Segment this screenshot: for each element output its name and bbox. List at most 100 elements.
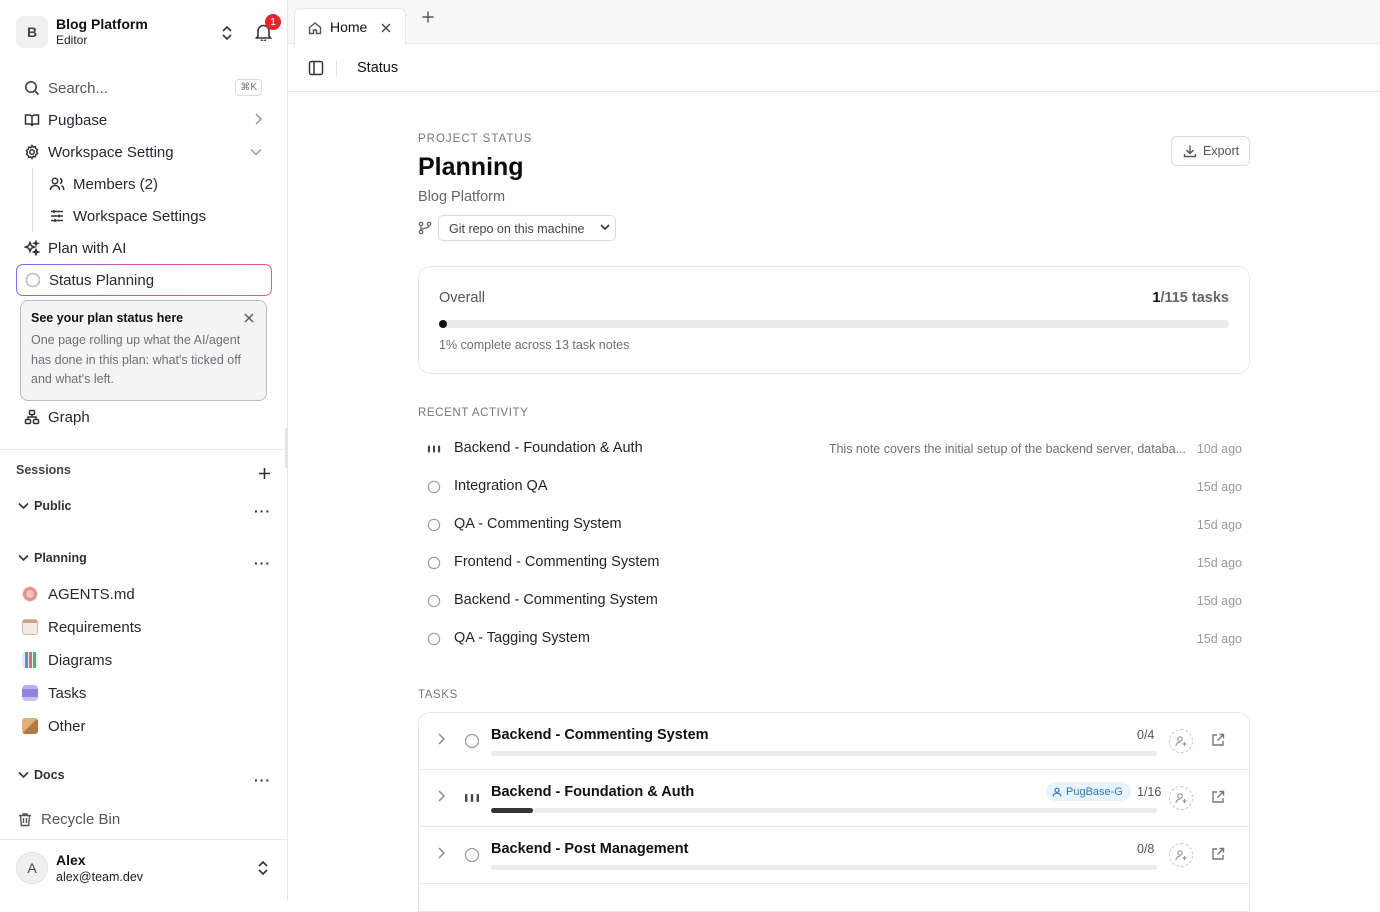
sidebar-item-label: Workspace Setting [48,143,174,161]
activity-name: Frontend - Commenting System [454,554,660,570]
chevrons-up-down-icon[interactable] [221,25,233,41]
search-icon [25,81,40,96]
group-label: Docs [34,768,65,782]
plus-icon [422,11,434,23]
doc-label: Tasks [48,684,87,702]
doc-requirements[interactable]: Requirements [22,616,141,638]
group-docs[interactable]: Docs [18,768,65,782]
clipboard-emoji-icon [22,619,38,635]
assign-user-icon[interactable] [1169,786,1193,810]
search-placeholder: Search... [48,79,109,97]
tree-guide-line [32,168,33,232]
external-link-icon[interactable] [1211,847,1225,861]
activity-row[interactable]: Integration QA 15d ago [418,471,1250,503]
todo-circle-icon [427,556,441,570]
more-options-icon[interactable]: ··· [254,772,271,788]
close-icon[interactable] [381,23,391,33]
task-row[interactable]: Backend - Commenting System 0/4 [419,713,1249,770]
overall-progress-bar [439,320,1229,328]
search-input[interactable]: Search... ⌘K [16,73,272,103]
workspace-role: Editor [56,33,88,47]
external-link-icon[interactable] [1211,733,1225,747]
doc-tasks[interactable]: Tasks [22,682,86,704]
task-count: 0/8 [1137,842,1155,856]
page-eyebrow: PROJECT STATUS [418,133,533,145]
status-icon [427,442,441,456]
external-link-icon[interactable] [1211,790,1225,804]
sidebar-toggle-icon[interactable] [308,60,324,76]
sidebar-item-label: Status Planning [49,271,155,289]
doc-other[interactable]: Other [22,715,86,737]
sidebar-item-label: Members (2) [73,175,159,193]
assignee-tag: PugBase-G [1046,782,1131,801]
user-menu[interactable]: A Alex alex@team.dev [16,851,272,885]
chevron-right-icon [255,113,262,125]
group-public[interactable]: Public [18,499,72,513]
sidebar-item-plan-with-ai[interactable]: Plan with AI [16,233,272,263]
status-tooltip: See your plan status here One page rolli… [20,300,267,401]
group-label: Public [34,499,72,513]
chevron-right-icon[interactable] [437,790,445,802]
doc-diagrams[interactable]: Diagrams [22,649,112,671]
activity-description: This note covers the initial setup of th… [828,442,1186,456]
activity-row[interactable]: Frontend - Commenting System 15d ago [418,547,1250,579]
sidebar-item-workspace-settings[interactable]: Workspace Settings [41,201,272,231]
chevron-right-icon[interactable] [437,847,445,859]
plus-icon[interactable] [258,467,271,480]
in-progress-icon [465,794,479,802]
doc-agents-md[interactable]: AGENTS.md [22,583,135,605]
export-button[interactable]: Export [1171,136,1250,166]
tab-home[interactable]: Home [294,8,406,45]
repo-select[interactable]: Git repo on this machine [438,215,616,241]
compass-emoji-icon [22,586,38,602]
bar-chart-emoji-icon [22,652,38,668]
recycle-bin[interactable]: Recycle Bin [18,808,120,830]
sidebar-item-workspace-setting[interactable]: Workspace Setting [16,137,272,167]
task-row[interactable]: Backend - Foundation & Auth PugBase-G 1/16 [419,770,1249,827]
status-icon [427,518,441,532]
close-icon[interactable] [244,313,254,323]
tab-bar: Home [288,0,1380,45]
workspace-avatar: B [16,16,48,48]
sidebar-item-graph[interactable]: Graph [16,402,272,432]
activity-row[interactable]: QA - Tagging System 15d ago [418,623,1250,655]
sidebar-item-label: Workspace Settings [73,207,207,225]
chevron-right-icon[interactable] [437,733,445,745]
activity-row[interactable]: Backend - Foundation & Auth This note cov… [418,433,1250,465]
users-icon [49,177,65,191]
tasks-list: Backend - Commenting System 0/4 Backend - … [418,712,1250,912]
task-progress-bar [491,751,1157,756]
repo-select-value: Git repo on this machine [449,222,585,236]
git-branch-icon [418,221,432,235]
workspace-switcher[interactable]: B Blog Platform Editor [16,16,272,48]
group-planning[interactable]: Planning [18,551,87,565]
sidebar-item-members[interactable]: Members (2) [41,169,272,199]
sidebar-item-label: Pugbase [48,111,108,129]
activity-name: Integration QA [454,478,548,494]
sidebar-item-label: Plan with AI [48,239,127,257]
gear-icon [25,144,39,160]
activity-row[interactable]: Backend - Commenting System 15d ago [418,585,1250,617]
doc-label: Requirements [48,618,142,636]
chevron-down-icon [600,224,610,231]
activity-row[interactable]: QA - Commenting System 15d ago [418,509,1250,541]
sidebar-item-pugbase[interactable]: Pugbase [16,105,272,135]
activity-time: 15d ago [1196,480,1242,494]
assign-user-icon[interactable] [1169,843,1193,867]
activity-time: 15d ago [1196,556,1242,570]
more-options-icon[interactable]: ··· [254,503,271,519]
task-row[interactable]: Backend - Post Management 0/8 [419,827,1249,884]
sidebar-item-status-planning[interactable]: Status Planning [16,264,272,296]
todo-circle-icon [427,480,441,494]
sidebar-resize-handle[interactable] [285,428,288,468]
todo-circle-icon [464,847,480,863]
new-tab-button[interactable] [422,11,434,23]
task-progress-fill [491,808,533,813]
recycle-bin-label: Recycle Bin [41,810,121,828]
status-icon [464,847,480,863]
more-options-icon[interactable]: ··· [254,555,271,571]
trash-icon [19,812,31,826]
chevrons-up-down-icon[interactable] [257,860,269,876]
page-toolbar: Status [288,44,1380,92]
assign-user-icon[interactable] [1169,729,1193,753]
